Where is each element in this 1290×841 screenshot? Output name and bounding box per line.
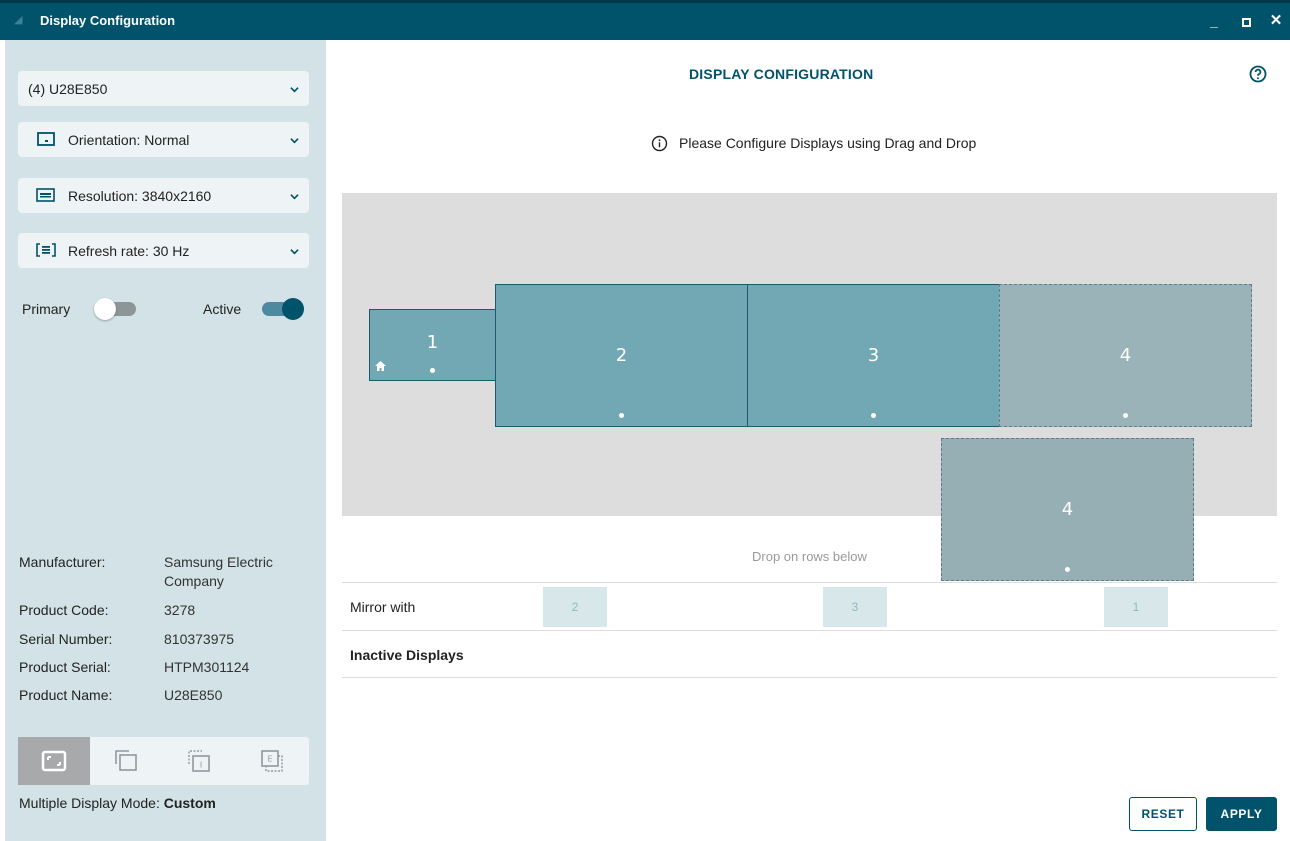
toggle-knob xyxy=(282,298,304,320)
primary-toggle[interactable] xyxy=(94,298,136,320)
resolution-select[interactable]: Resolution: 3840x2160 xyxy=(18,178,309,213)
monitor-dot xyxy=(1065,567,1070,572)
resolution-icon xyxy=(36,188,55,202)
display-mode-text: Multiple Display Mode: Custom xyxy=(19,795,216,811)
orientation-icon xyxy=(37,132,55,146)
resolution-label: Resolution: 3840x2160 xyxy=(68,188,212,204)
monitor-dot xyxy=(1123,413,1128,418)
monitor-number: 3 xyxy=(867,345,880,366)
manufacturer-label: Manufacturer: xyxy=(19,554,106,570)
display-select[interactable]: (4) U28E850 xyxy=(18,71,309,106)
help-icon[interactable] xyxy=(1249,65,1267,83)
product-serial-value: HTPM301124 xyxy=(164,659,250,675)
serial-number-value: 810373975 xyxy=(164,631,235,647)
monitor-number: 2 xyxy=(615,345,628,366)
info-icon xyxy=(651,135,668,152)
minimize-button[interactable]: _ xyxy=(1204,11,1224,31)
row-divider xyxy=(342,677,1277,678)
extend-mode-button[interactable]: E xyxy=(236,737,308,785)
orientation-label: Orientation: Normal xyxy=(68,132,190,148)
title-bar: ◢ Display Configuration _ ✕ xyxy=(0,0,1290,40)
display-mode-label: Multiple Display Mode: xyxy=(19,795,160,811)
display-select-label: (4) U28E850 xyxy=(28,81,108,97)
product-name-label: Product Name: xyxy=(19,687,113,703)
product-serial-label: Product Serial: xyxy=(19,659,111,675)
inactive-mode-button[interactable]: I xyxy=(163,737,235,785)
refresh-rate-select[interactable]: Refresh rate: 30 Hz xyxy=(18,233,309,268)
monitor-dot xyxy=(430,368,435,373)
display-mode-bar: I E xyxy=(18,737,309,785)
mirror-mode-button[interactable] xyxy=(90,737,162,785)
chevron-down-icon xyxy=(290,194,299,200)
inactive-display-icon: I xyxy=(188,750,210,772)
chevron-down-icon xyxy=(290,87,299,93)
single-display-icon xyxy=(41,750,67,772)
mirror-display-icon xyxy=(115,750,137,771)
maximize-button[interactable] xyxy=(1236,11,1256,31)
monitor-1[interactable]: 1 xyxy=(369,309,496,381)
row-divider xyxy=(342,630,1277,631)
mirror-chip-3[interactable]: 3 xyxy=(823,587,887,627)
reset-button[interactable]: RESET xyxy=(1129,797,1197,831)
mirror-with-label: Mirror with xyxy=(350,599,416,615)
extend-icon-letter: E xyxy=(267,755,272,764)
monitor-4-placeholder: 4 xyxy=(999,284,1252,427)
product-code-label: Product Code: xyxy=(19,602,109,618)
monitor-dot xyxy=(619,413,624,418)
monitor-number: 4 xyxy=(1061,499,1074,520)
manufacturer-value: Samsung Electric Company xyxy=(164,554,273,589)
toggle-knob xyxy=(94,298,116,320)
page-title: DISPLAY CONFIGURATION xyxy=(689,66,874,82)
chevron-down-icon xyxy=(290,249,299,255)
product-code-value: 3278 xyxy=(164,602,196,618)
active-label: Active xyxy=(203,301,242,317)
inactive-displays-label: Inactive Displays xyxy=(350,647,464,663)
monitor-dot xyxy=(871,413,876,418)
active-toggle[interactable] xyxy=(262,298,304,320)
maximize-icon xyxy=(1241,17,1251,27)
drag-drop-hint: Please Configure Displays using Drag and… xyxy=(679,135,977,151)
monitor-number: 4 xyxy=(1119,345,1132,366)
serial-number-label: Serial Number: xyxy=(19,631,113,647)
monitor-4-dragging[interactable]: 4 xyxy=(941,438,1194,581)
single-mode-button[interactable] xyxy=(18,737,90,785)
display-mode-value: Custom xyxy=(163,795,216,811)
refresh-rate-icon xyxy=(36,243,56,257)
drop-hint: Drop on rows below xyxy=(752,549,867,564)
refresh-rate-label: Refresh rate: 30 Hz xyxy=(68,243,190,259)
sidebar: (4) U28E850 Orientation: Normal Resoluti… xyxy=(5,40,326,841)
close-button[interactable]: ✕ xyxy=(1266,11,1286,31)
row-divider xyxy=(342,582,1277,583)
product-name-value: U28E850 xyxy=(164,687,223,703)
monitor-2[interactable]: 2 xyxy=(495,284,748,427)
apply-button[interactable]: APPLY xyxy=(1206,797,1277,831)
monitor-3[interactable]: 3 xyxy=(747,284,1000,427)
monitor-number: 1 xyxy=(426,332,439,353)
home-icon xyxy=(375,361,386,371)
mirror-chip-1[interactable]: 1 xyxy=(1104,587,1168,627)
app-icon: ◢ xyxy=(14,14,23,26)
primary-label: Primary xyxy=(22,301,71,317)
extend-display-icon: E xyxy=(261,750,283,772)
inactive-icon-letter: I xyxy=(200,761,202,770)
chevron-down-icon xyxy=(290,138,299,144)
mirror-chip-2[interactable]: 2 xyxy=(543,587,607,627)
window-title: Display Configuration xyxy=(40,13,176,28)
orientation-select[interactable]: Orientation: Normal xyxy=(18,122,309,157)
